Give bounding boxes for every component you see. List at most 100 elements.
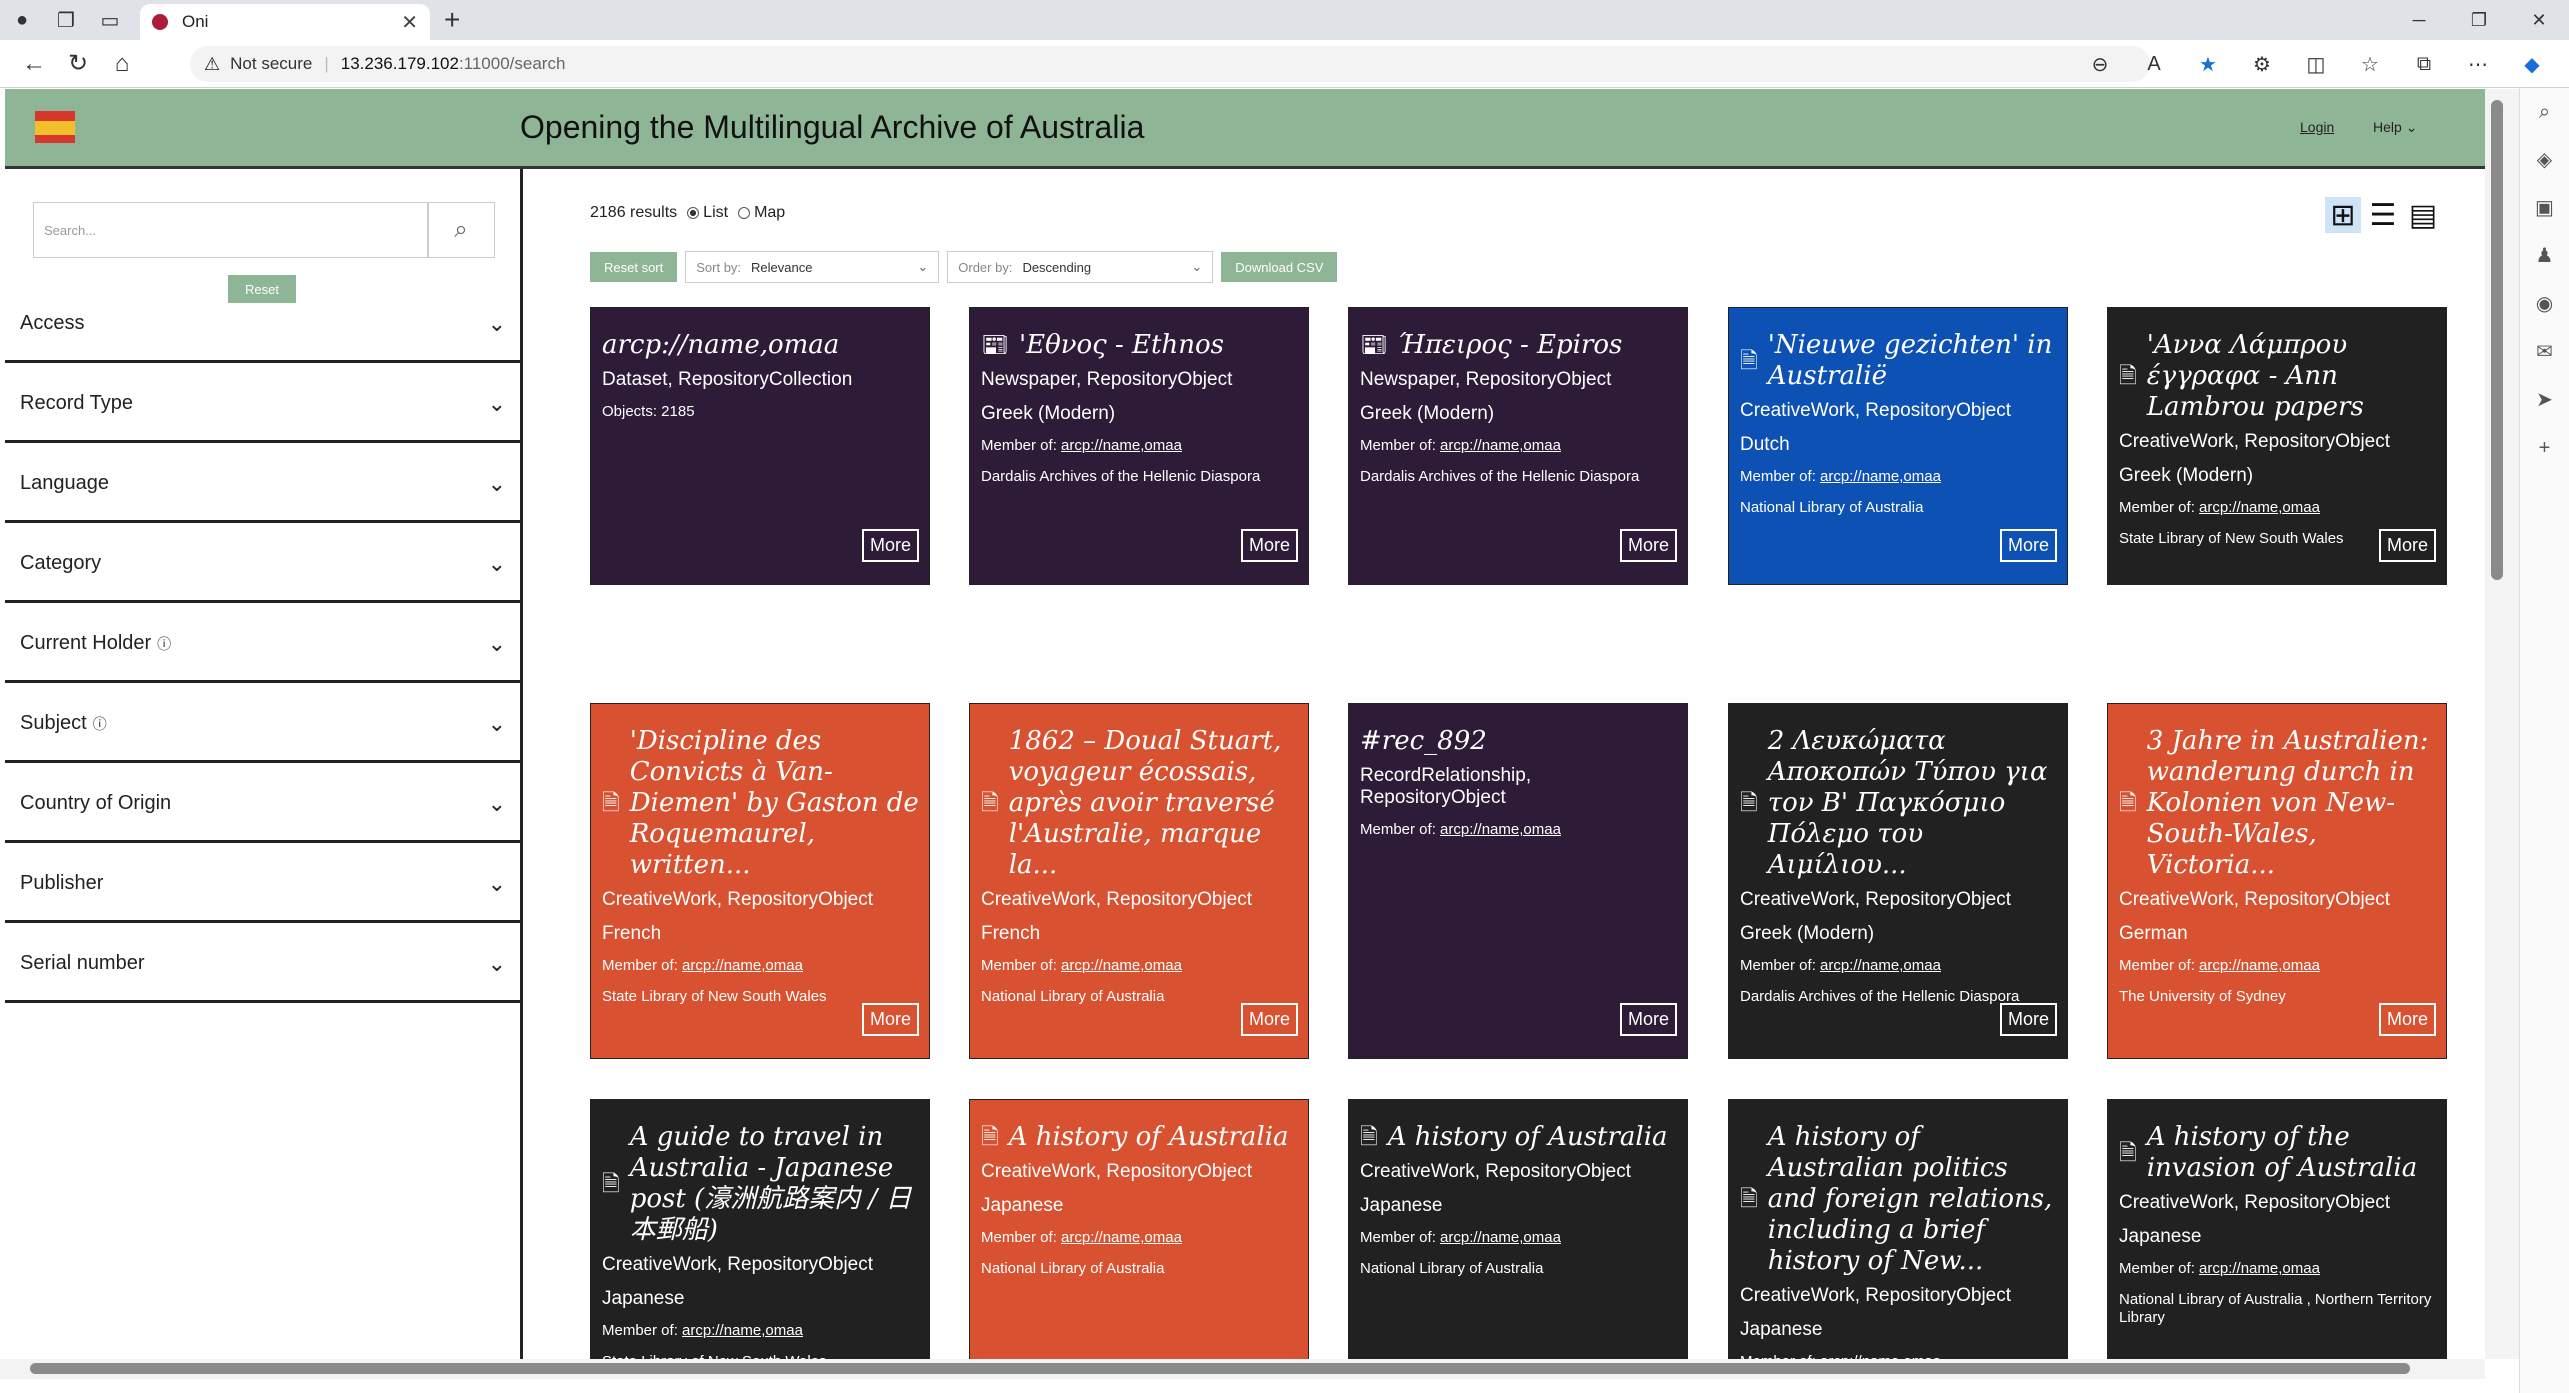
card-title[interactable]: 🗎︎ A history of the invasion of Australia bbox=[2119, 1122, 2436, 1184]
member-of-link[interactable]: arcp://name,omaa bbox=[1820, 468, 1941, 485]
facet-record-type[interactable]: Record Type ⌄ bbox=[5, 367, 520, 443]
zoom-icon[interactable]: ⊖ bbox=[2073, 52, 2127, 77]
card-title[interactable]: 🗎︎ 'Discipline des Convicts à Van-Diemen'… bbox=[602, 726, 919, 881]
member-of-link[interactable]: arcp://name,omaa bbox=[2199, 1260, 2320, 1277]
facet-subject[interactable]: Subject ⓘ ⌄ bbox=[5, 687, 520, 763]
card-title[interactable]: 📰︎ Ήπειρος - Epiros bbox=[1360, 330, 1677, 361]
horizontal-scroll-thumb[interactable] bbox=[30, 1363, 2410, 1374]
close-tab-icon[interactable]: ✕ bbox=[401, 10, 418, 35]
card-title[interactable]: 🗎︎ 3 Jahre in Australien: wanderung durch… bbox=[2119, 726, 2436, 881]
result-card[interactable]: 🗎︎ A history of Australia CreativeWork, Re… bbox=[1348, 1099, 1688, 1359]
more-button[interactable]: More bbox=[1999, 1003, 2057, 1036]
result-card[interactable]: 🗎︎ A history of Australian politics and f… bbox=[1728, 1099, 2068, 1359]
add-sidebar-icon[interactable]: + bbox=[2520, 424, 2569, 472]
facet-language[interactable]: Language ⌄ bbox=[5, 447, 520, 523]
sort-by-select[interactable]: Sort by: Relevance ⌄ bbox=[685, 251, 940, 283]
facet-category[interactable]: Category ⌄ bbox=[5, 527, 520, 603]
card-title[interactable]: arcp://name,omaa bbox=[602, 330, 919, 361]
member-of-link[interactable]: arcp://name,omaa bbox=[1061, 957, 1182, 974]
restore-icon[interactable]: ❐ bbox=[2449, 10, 2509, 31]
tab-actions-icon[interactable]: ▭ bbox=[94, 4, 126, 36]
result-card[interactable]: 🗎︎ 'Discipline des Convicts à Van-Diemen'… bbox=[590, 703, 930, 1059]
facet-country-of-origin[interactable]: Country of Origin ⌄ bbox=[5, 767, 520, 843]
detail-view-icon[interactable]: ▤ bbox=[2405, 197, 2441, 233]
card-title[interactable]: 🗎︎ A history of Australian politics and f… bbox=[1740, 1122, 2057, 1277]
member-of-link[interactable]: arcp://name,omaa bbox=[2199, 957, 2320, 974]
more-button[interactable]: More bbox=[861, 1003, 919, 1036]
member-of-link[interactable]: arcp://name,omaa bbox=[1440, 821, 1561, 838]
result-card[interactable]: 🗎︎ A guide to travel in Australia - Japan… bbox=[590, 1099, 930, 1359]
outlook-icon[interactable]: ✉ bbox=[2520, 328, 2569, 376]
more-icon[interactable]: ⋯ bbox=[2451, 52, 2505, 77]
profile-icon[interactable]: ● bbox=[6, 4, 38, 36]
download-csv-button[interactable]: Download CSV bbox=[1221, 252, 1338, 282]
card-title[interactable]: 📰︎ 'Εθνος - Ethnos bbox=[981, 330, 1298, 361]
more-button[interactable]: More bbox=[2378, 1003, 2436, 1036]
help-menu[interactable]: Help ⌄ bbox=[2373, 119, 2417, 136]
back-icon[interactable]: ← bbox=[12, 42, 56, 86]
more-button[interactable]: More bbox=[1619, 529, 1677, 562]
url-field[interactable]: ⚠ Not secure | 13.236.179.102 :11000/sea… bbox=[190, 46, 2150, 82]
tools-icon[interactable]: ▣ bbox=[2520, 184, 2569, 232]
card-title[interactable]: 🗎︎ A guide to travel in Australia - Japan… bbox=[602, 1122, 919, 1246]
card-title[interactable]: 🗎︎ 1862 – Doual Stuart, voyageur écossais… bbox=[981, 726, 1298, 881]
card-title[interactable]: #rec_892 bbox=[1360, 726, 1677, 757]
result-card[interactable]: 🗎︎ 'Αννα Λάμπρου έγγραφα - Ann Lambrou pa… bbox=[2107, 307, 2447, 585]
m365-icon[interactable]: ◉ bbox=[2520, 280, 2569, 328]
info-icon[interactable]: ⓘ bbox=[93, 716, 107, 732]
result-card[interactable]: arcp://name,omaa Dataset, RepositoryColle… bbox=[590, 307, 930, 585]
card-title[interactable]: 🗎︎ A history of Australia bbox=[981, 1122, 1298, 1153]
games-icon[interactable]: ♟ bbox=[2520, 232, 2569, 280]
view-map-radio[interactable]: Map bbox=[738, 204, 785, 222]
more-button[interactable]: More bbox=[1999, 529, 2057, 562]
result-card[interactable]: 📰︎ 'Εθνος - Ethnos Newspaper, RepositoryOb… bbox=[969, 307, 1309, 585]
shopping-icon[interactable]: ◈ bbox=[2520, 136, 2569, 184]
search-input[interactable]: Search... bbox=[33, 202, 429, 258]
facet-serial-number[interactable]: Serial number ⌄ bbox=[5, 927, 520, 1003]
result-card[interactable]: 🗎︎ 1862 – Doual Stuart, voyageur écossais… bbox=[969, 703, 1309, 1059]
close-window-icon[interactable]: ✕ bbox=[2509, 10, 2569, 31]
browser-tab-oni[interactable]: Oni ✕ bbox=[140, 4, 430, 40]
member-of-link[interactable]: arcp://name,omaa bbox=[1440, 1229, 1561, 1246]
result-card[interactable]: 🗎︎ 2 Λευκώματα Αποκοπών Τύπου για τον Β' … bbox=[1728, 703, 2068, 1059]
facet-access[interactable]: Access ⌄ bbox=[5, 287, 520, 363]
member-of-link[interactable]: arcp://name,omaa bbox=[1061, 437, 1182, 454]
result-card[interactable]: 🗎︎ A history of the invasion of Australia… bbox=[2107, 1099, 2447, 1359]
result-card[interactable]: 🗎︎ 'Nieuwe gezichten' in Australië Creativ… bbox=[1728, 307, 2068, 585]
minimize-icon[interactable]: ─ bbox=[2389, 10, 2449, 31]
member-of-link[interactable]: arcp://name,omaa bbox=[1820, 957, 1941, 974]
card-title[interactable]: 🗎︎ 'Nieuwe gezichten' in Australië bbox=[1740, 330, 2057, 392]
login-link[interactable]: Login bbox=[2300, 119, 2334, 135]
grid-view-icon[interactable]: ⊞ bbox=[2325, 197, 2361, 233]
view-list-radio[interactable]: List bbox=[687, 204, 728, 222]
more-button[interactable]: More bbox=[861, 529, 919, 562]
card-title[interactable]: 🗎︎ 2 Λευκώματα Αποκοπών Τύπου για τον Β' … bbox=[1740, 726, 2057, 881]
search-sidebar-icon[interactable]: ⌕ bbox=[2520, 88, 2569, 136]
more-button[interactable]: More bbox=[2378, 529, 2436, 562]
more-button[interactable]: More bbox=[1619, 1003, 1677, 1036]
split-screen-icon[interactable]: ◫ bbox=[2289, 52, 2343, 77]
workspaces-icon[interactable]: ❐ bbox=[50, 4, 82, 36]
search-button[interactable]: ⌕ bbox=[427, 202, 495, 258]
member-of-link[interactable]: arcp://name,omaa bbox=[1440, 437, 1561, 454]
list-view-icon[interactable]: ☰ bbox=[2365, 197, 2401, 233]
result-card[interactable]: 🗎︎ 3 Jahre in Australien: wanderung durch… bbox=[2107, 703, 2447, 1059]
collections-icon[interactable]: ⧉ bbox=[2397, 53, 2451, 76]
member-of-link[interactable]: arcp://name,omaa bbox=[1061, 1229, 1182, 1246]
result-card[interactable]: 🗎︎ A history of Australia CreativeWork, Re… bbox=[969, 1099, 1309, 1359]
read-aloud-icon[interactable]: A bbox=[2127, 53, 2181, 76]
member-of-link[interactable]: arcp://name,omaa bbox=[682, 957, 803, 974]
reset-sort-button[interactable]: Reset sort bbox=[590, 252, 678, 282]
copilot-icon[interactable]: ◆ bbox=[2505, 52, 2559, 77]
card-title[interactable]: 🗎︎ 'Αννα Λάμπρου έγγραφα - Ann Lambrou pa… bbox=[2119, 330, 2436, 423]
result-card[interactable]: 📰︎ Ήπειρος - Epiros Newspaper, RepositoryO… bbox=[1348, 307, 1688, 585]
more-button[interactable]: More bbox=[1240, 529, 1298, 562]
refresh-icon[interactable]: ↻ bbox=[56, 42, 100, 86]
info-icon[interactable]: ⓘ bbox=[157, 636, 171, 652]
extensions-icon[interactable]: ⚙ bbox=[2235, 52, 2289, 77]
more-button[interactable]: More bbox=[1240, 1003, 1298, 1036]
member-of-link[interactable]: arcp://name,omaa bbox=[2199, 499, 2320, 516]
order-by-select[interactable]: Order by: Descending ⌄ bbox=[947, 251, 1214, 283]
favorite-star-icon[interactable]: ★ bbox=[2181, 52, 2235, 77]
new-tab-icon[interactable]: + bbox=[444, 4, 460, 36]
